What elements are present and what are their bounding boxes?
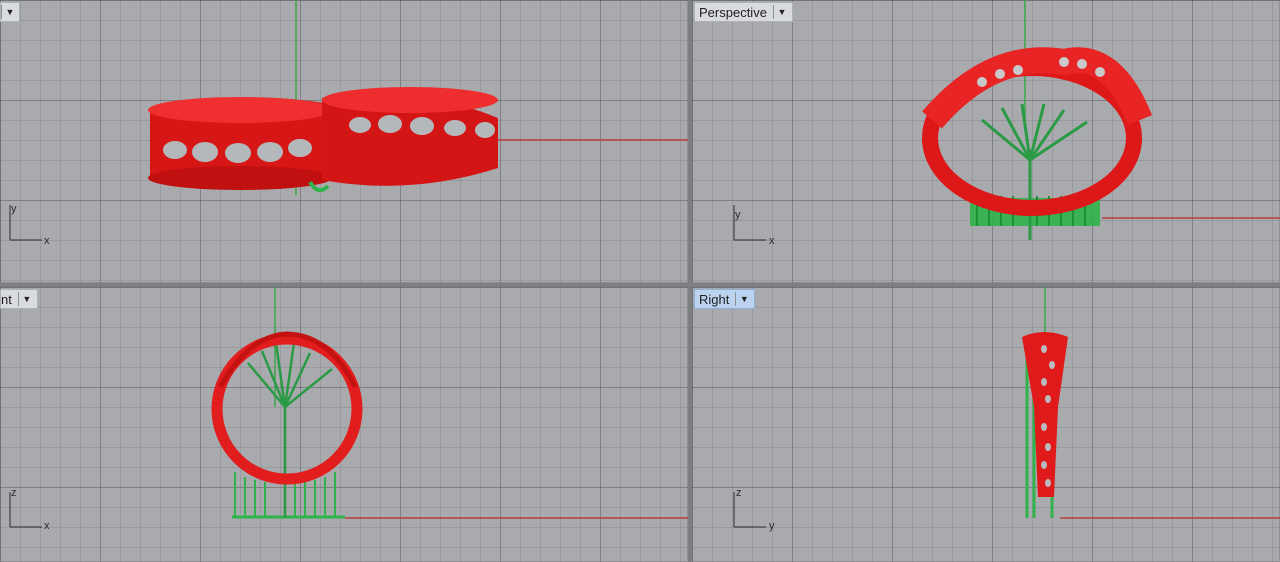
top-view-scene xyxy=(148,0,688,195)
dropdown-arrow-icon[interactable]: ▼ xyxy=(735,292,750,306)
axis-indicator: z x xyxy=(9,487,50,532)
axis-label-y: y xyxy=(769,520,775,532)
dropdown-arrow-icon[interactable]: ▼ xyxy=(1,5,16,19)
axis-label-x: x xyxy=(44,520,50,532)
dropdown-arrow-icon[interactable]: ▼ xyxy=(17,292,33,306)
viewport-name: Right xyxy=(699,291,730,307)
viewport-label-front[interactable]: nt ▼ xyxy=(0,289,38,309)
axis-label-y: y xyxy=(735,209,741,221)
axis-label-x: x xyxy=(769,235,775,247)
front-view-scene xyxy=(211,287,688,519)
viewport-right[interactable]: z y Right ▼ xyxy=(692,287,1280,562)
viewport-name: nt xyxy=(1,291,12,307)
axis-indicator: y x xyxy=(9,203,50,247)
viewport-top[interactable]: y x ▼ xyxy=(0,0,688,283)
axis-label-z: z xyxy=(11,487,17,499)
axis-label-y: y xyxy=(11,203,17,215)
viewport-label-perspective[interactable]: Perspective ▼ xyxy=(694,2,793,22)
axis-indicator: z y xyxy=(733,487,775,532)
viewport-label-right[interactable]: Right ▼ xyxy=(694,289,756,309)
axis-label-z: z xyxy=(736,487,742,499)
viewport-perspective[interactable]: y x Perspective ▼ xyxy=(692,0,1280,283)
viewport-front[interactable]: z x nt ▼ xyxy=(0,287,688,562)
axis-label-x: x xyxy=(44,235,50,247)
viewport-label-top[interactable]: ▼ xyxy=(0,2,20,22)
axis-indicator: y x xyxy=(733,205,775,247)
viewport-name: Perspective xyxy=(699,4,767,20)
dropdown-arrow-icon[interactable]: ▼ xyxy=(772,5,788,19)
